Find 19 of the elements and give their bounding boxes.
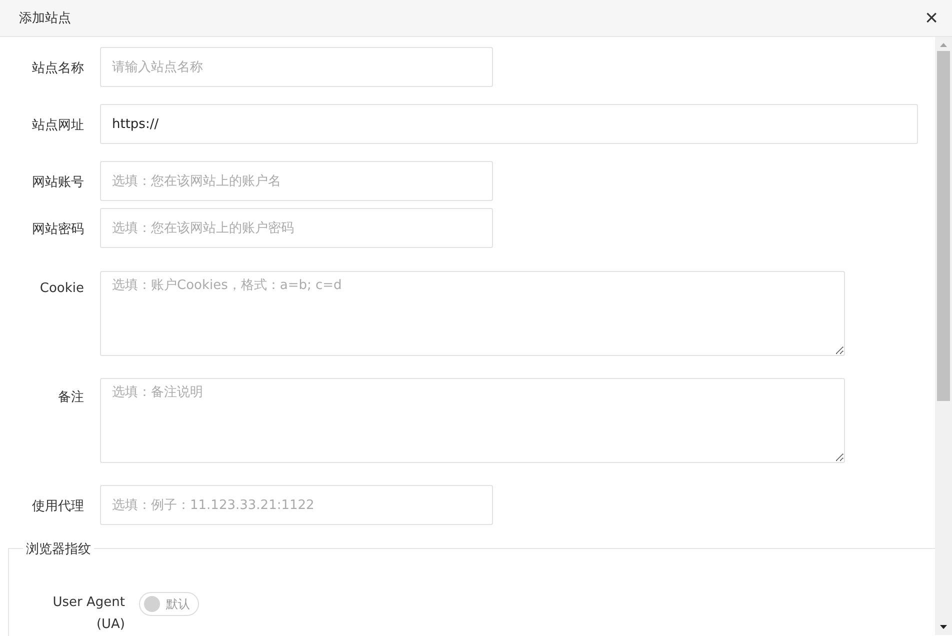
section-legend: 浏览器指纹: [23, 540, 94, 558]
field-label: 站点名称: [31, 60, 85, 77]
field-label: 备注: [57, 389, 85, 406]
input-field[interactable]: 选填：您在该网站上的账户名: [100, 161, 493, 201]
input-field[interactable]: 选填：例子：11.123.33.21:1122: [100, 485, 493, 525]
field-label: User Agent (UA): [52, 594, 125, 634]
text-area[interactable]: 选填：备注说明: [100, 378, 845, 463]
input-field[interactable]: https://: [100, 104, 918, 144]
field-label: 使用代理: [31, 498, 85, 515]
scrollbar-drawing[interactable]: [935, 37, 952, 635]
text-area[interactable]: 选填：账户Cookies，格式：a=b; c=d: [100, 271, 845, 356]
field-label: 站点网址: [31, 117, 85, 134]
field-label: Cookie: [38, 280, 85, 296]
field-label: 网站账号: [31, 174, 85, 191]
field-label: 网站密码: [31, 221, 85, 238]
close-button[interactable]: ×: [921, 7, 942, 29]
input-field[interactable]: 选填：您在该网站上的账户密码: [100, 208, 493, 248]
dialog-title: 添加站点: [19, 10, 71, 27]
input-field[interactable]: 请输入站点名称: [100, 47, 493, 87]
